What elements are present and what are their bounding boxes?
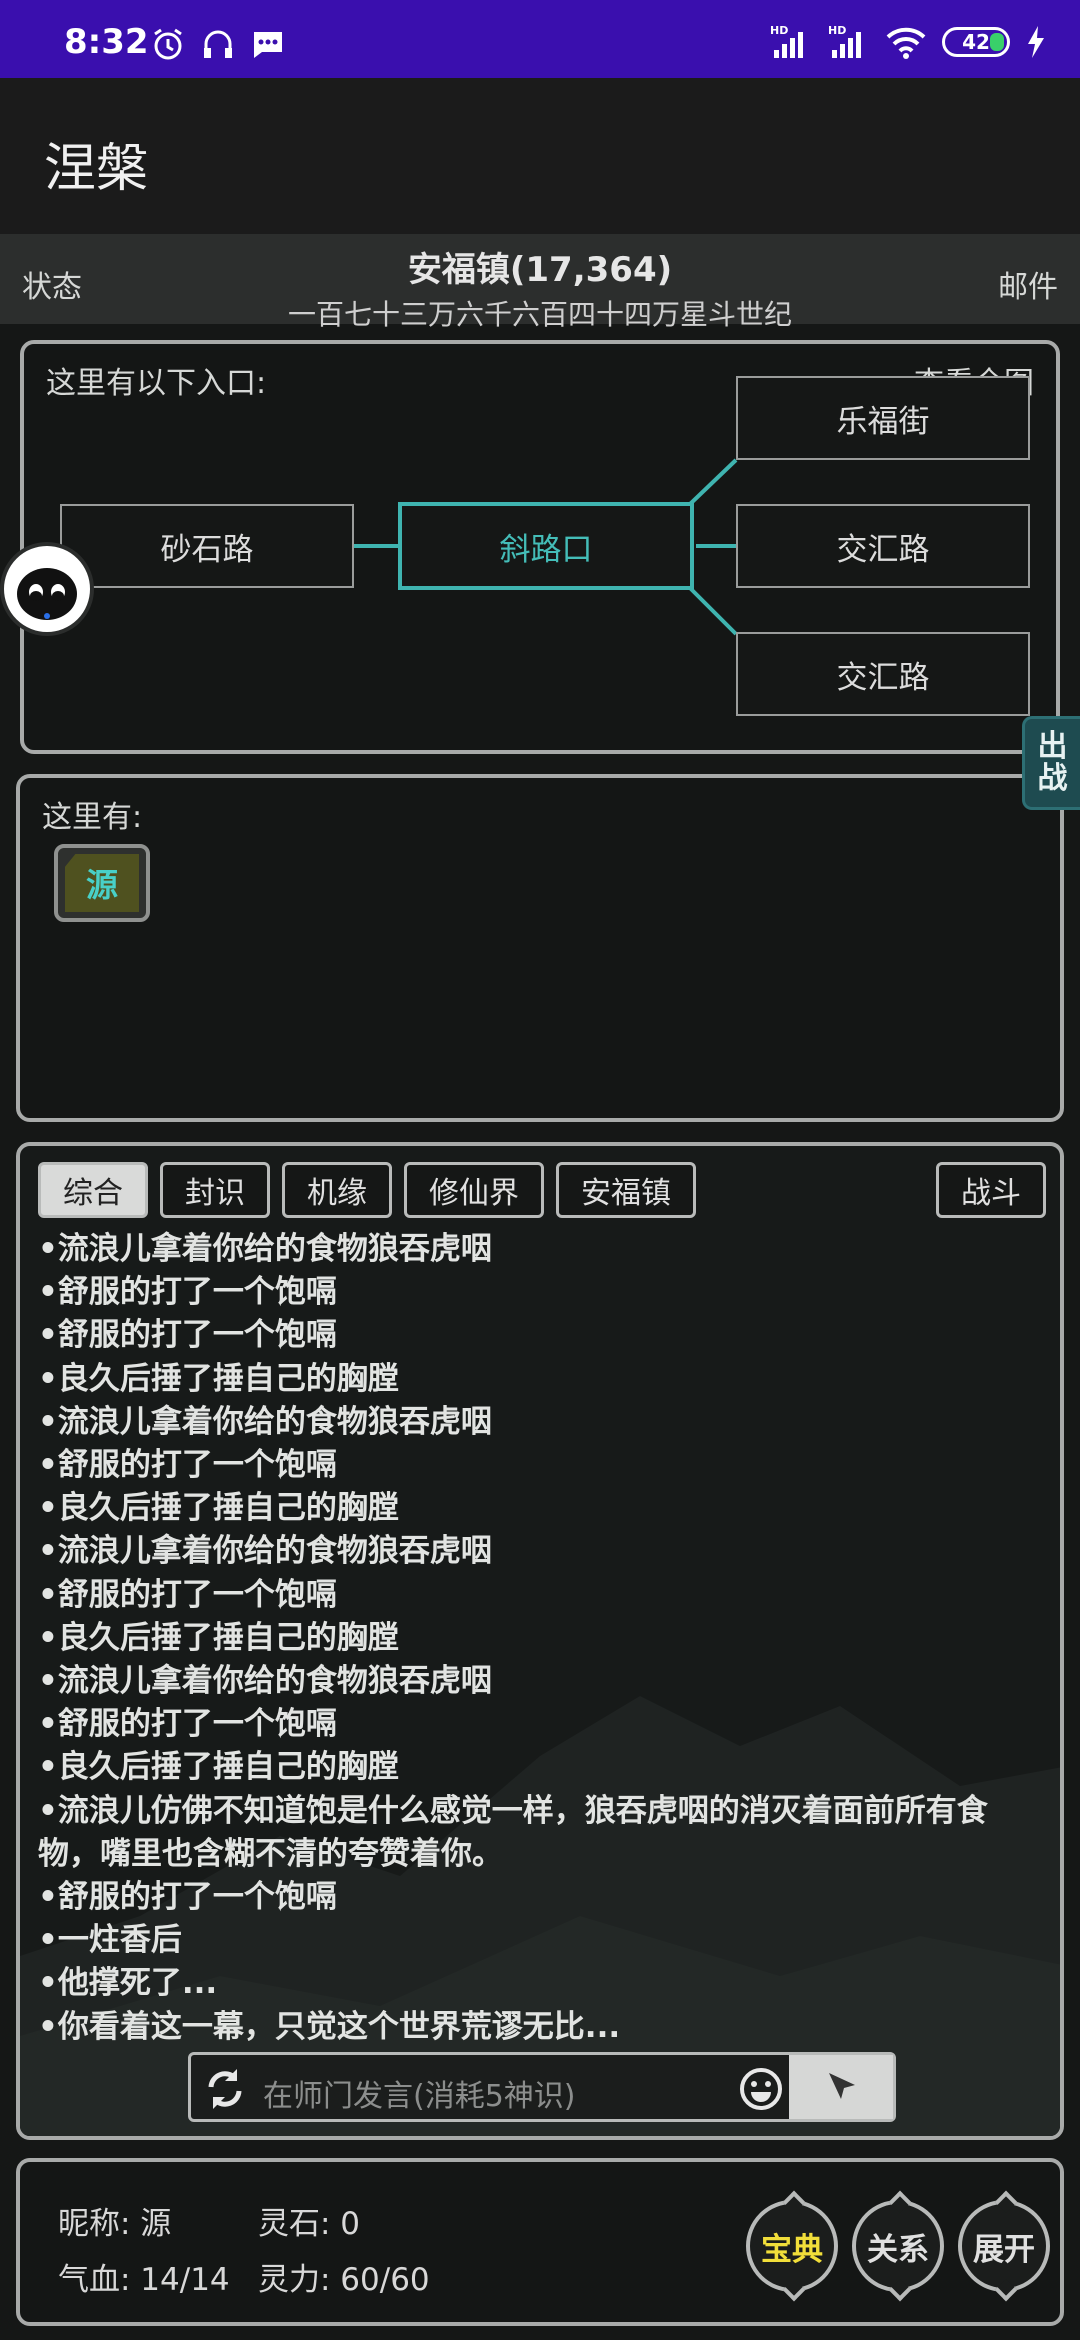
app-title: 涅槃	[44, 139, 149, 199]
location-info: 安福镇(17,364) 一百七十三万六千六百四十四万星斗世纪	[0, 242, 1080, 333]
nickname: 昵称: 源	[58, 2206, 172, 2242]
location-bar: 状态 安福镇(17,364) 一百七十三万六千六百四十四万星斗世纪 邮件	[0, 234, 1080, 331]
player-panel: 昵称: 源 灵石: 0 气血: 14/14 灵力: 60/60 宝典 关系 展开	[16, 2158, 1064, 2326]
fight-side-top: 出	[1037, 729, 1068, 764]
send-button[interactable]	[789, 2055, 893, 2119]
map-node-west[interactable]: 砂石路	[60, 504, 354, 588]
log-line: •良久后捶了捶自己的胸膛	[38, 1619, 399, 1656]
headset-icon	[204, 30, 232, 58]
refresh-icon[interactable]	[201, 2065, 249, 2113]
log-line: 物，嘴里也含糊不清的夸赞着你。	[38, 1835, 503, 1872]
log-line: •流浪儿仿佛不知道饱是什么感觉一样，狼吞虎咽的消灭着面前所有食	[38, 1792, 988, 1829]
relation-button[interactable]: 关系	[852, 2200, 944, 2292]
tab-sealed[interactable]: 封识	[160, 1162, 270, 1218]
tab-general[interactable]: 综合	[38, 1162, 148, 1218]
entrances-header: 这里有以下入口:	[46, 366, 267, 401]
log-line: •舒服的打了一个饱嗝	[38, 1879, 337, 1916]
chat-input[interactable]: 在师门发言(消耗5神识)	[263, 2071, 576, 2115]
fight-side-bottom: 战	[1037, 761, 1068, 796]
log-line: •舒服的打了一个饱嗝	[38, 1317, 337, 1354]
chat-bar: 在师门发言(消耗5神识)	[188, 2052, 896, 2122]
log-line: •良久后捶了捶自己的胸膛	[38, 1360, 399, 1397]
spirit-stone: 灵石: 0	[258, 2206, 361, 2242]
wifi-icon	[886, 27, 926, 59]
log-panel: 综合 封识 机缘 修仙界 安福镇 战斗 •流浪儿拿着你给的食物狼吞虎咽 •舒服的…	[16, 1142, 1064, 2140]
map-node-east-top[interactable]: 乐福街	[736, 376, 1030, 460]
charging-icon	[1028, 26, 1044, 58]
app-bar: 涅槃	[0, 78, 1080, 234]
svg-text:HD: HD	[828, 24, 846, 37]
log-line: •流浪儿拿着你给的食物狼吞虎咽	[38, 1231, 492, 1267]
alarm-icon	[154, 28, 182, 60]
map-node-east-bottom[interactable]: 交汇路	[736, 632, 1030, 716]
era-text: 一百七十三万六千六百四十四万星斗世纪	[287, 298, 792, 331]
battery-level: 42	[962, 30, 990, 54]
status-bar: 8:32 HD HD 42	[0, 0, 1080, 78]
mail-tab[interactable]: 邮件	[998, 262, 1058, 306]
item-slot[interactable]: 源	[54, 844, 150, 922]
log-line: •他撑死了...	[38, 1965, 218, 2002]
status-left-icons	[150, 26, 286, 62]
hp-value: 气血: 14/14	[58, 2262, 230, 2298]
floating-assistant-button[interactable]	[0, 542, 94, 636]
treasure-button[interactable]: 宝典	[746, 2200, 838, 2292]
log-line: •良久后捶了捶自己的胸膛	[38, 1490, 399, 1527]
log-line: •良久后捶了捶自己的胸膛	[38, 1749, 399, 1786]
here-header: 这里有:	[42, 800, 143, 835]
mascot-face-icon	[17, 568, 77, 620]
battery-icon: 42	[942, 27, 1010, 57]
tab-battle[interactable]: 战斗	[936, 1162, 1046, 1218]
map-panel: 这里有以下入口: 查看全图 砂石路 斜路口 乐福街 交汇路 交汇路	[20, 340, 1060, 754]
log-line: •舒服的打了一个饱嗝	[38, 1274, 337, 1311]
send-arrow-icon	[829, 2073, 855, 2099]
expand-button[interactable]: 展开	[958, 2200, 1050, 2292]
fight-side-button[interactable]: 出 战	[1022, 716, 1080, 810]
emoji-icon[interactable]	[739, 2067, 783, 2111]
svg-text:HD: HD	[770, 24, 788, 37]
log-line: •舒服的打了一个饱嗝	[38, 1706, 337, 1743]
log-line: •流浪儿拿着你给的食物狼吞虎咽	[38, 1403, 492, 1440]
log-line: •舒服的打了一个饱嗝	[38, 1576, 337, 1613]
hd-signal-icon: HD	[770, 24, 803, 58]
status-time: 8:32	[64, 22, 149, 62]
tab-town[interactable]: 安福镇	[556, 1162, 696, 1218]
chat-icon	[254, 32, 282, 58]
log-line: •舒服的打了一个饱嗝	[38, 1447, 337, 1484]
hd-signal-icon: HD	[828, 24, 861, 58]
map-node-east-mid[interactable]: 交汇路	[736, 504, 1030, 588]
mana-value: 灵力: 60/60	[258, 2262, 430, 2298]
log-line: •流浪儿拿着你给的食物狼吞虎咽	[38, 1533, 492, 1570]
tab-fortune[interactable]: 机缘	[282, 1162, 392, 1218]
log-tabs: 综合 封识 机缘 修仙界 安福镇	[38, 1162, 696, 1218]
town-name: 安福镇(17,364)	[407, 250, 673, 290]
log-line: •你看着这一幕，只觉这个世界荒谬无比...	[38, 2008, 621, 2045]
tab-cultivation-world[interactable]: 修仙界	[404, 1162, 544, 1218]
here-panel: 这里有: 源	[16, 774, 1064, 1122]
status-right-icons: HD HD 42	[770, 24, 1046, 60]
map-node-current[interactable]: 斜路口	[398, 502, 694, 590]
log-line: •一炷香后	[38, 1922, 182, 1959]
log-line: •流浪儿拿着你给的食物狼吞虎咽	[38, 1663, 492, 1700]
log-list: •流浪儿拿着你给的食物狼吞虎咽 •舒服的打了一个饱嗝 •舒服的打了一个饱嗝 •良…	[38, 1228, 1058, 2049]
item-label: 源	[85, 866, 118, 904]
